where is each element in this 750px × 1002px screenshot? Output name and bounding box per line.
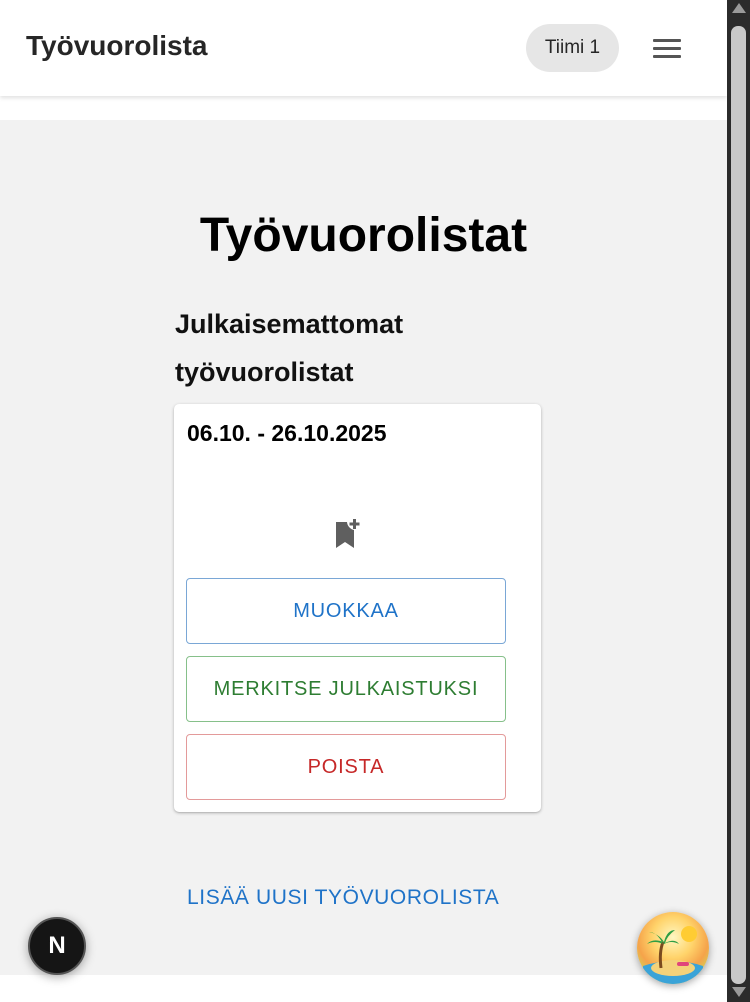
bookmark-add-icon (336, 519, 360, 548)
schedule-card: 06.10. - 26.10.2025 MUOKKAA MERKITSE JUL… (174, 404, 541, 812)
schedule-date-range: 06.10. - 26.10.2025 (187, 420, 387, 446)
unpublished-section-heading: Julkaisemattomat työvuorolistat (175, 309, 404, 387)
footer-strip (0, 975, 727, 1002)
app-bar: Työvuorolista Tiimi 1 (0, 0, 727, 96)
menu-bar (653, 54, 681, 58)
edit-schedule-button[interactable]: MUOKKAA (186, 578, 506, 644)
page-title: Työvuorolistat (199, 209, 528, 262)
hamburger-menu-icon[interactable] (647, 31, 687, 65)
delete-schedule-button[interactable]: POISTA (186, 734, 506, 800)
menu-bar (653, 38, 681, 42)
nextjs-logo-letter: N (48, 932, 66, 959)
scroll-down-arrow-icon[interactable] (732, 987, 746, 997)
vertical-scrollbar[interactable] (727, 0, 750, 1002)
scroll-up-arrow-icon[interactable] (732, 3, 746, 13)
app-title: Työvuorolista (26, 30, 208, 61)
nextjs-dev-badge[interactable]: N (28, 917, 86, 975)
mark-published-button[interactable]: MERKITSE JULKAISTUKSI (186, 656, 506, 722)
app-viewport: Työvuorolista Tiimi 1 Työvuorolistat Jul… (0, 0, 727, 1002)
menu-bar (653, 46, 681, 50)
beach-illustration (643, 926, 703, 984)
beach-island-icon[interactable] (637, 912, 709, 984)
main-content: Työvuorolistat Julkaisemattomat työvuoro… (0, 120, 727, 975)
scrollbar-thumb[interactable] (731, 26, 746, 984)
team-selector-chip[interactable]: Tiimi 1 (526, 24, 619, 72)
add-new-schedule-link[interactable]: LISÄÄ UUSI TYÖVUOROLISTA (187, 886, 499, 910)
header-spacer (0, 96, 727, 120)
